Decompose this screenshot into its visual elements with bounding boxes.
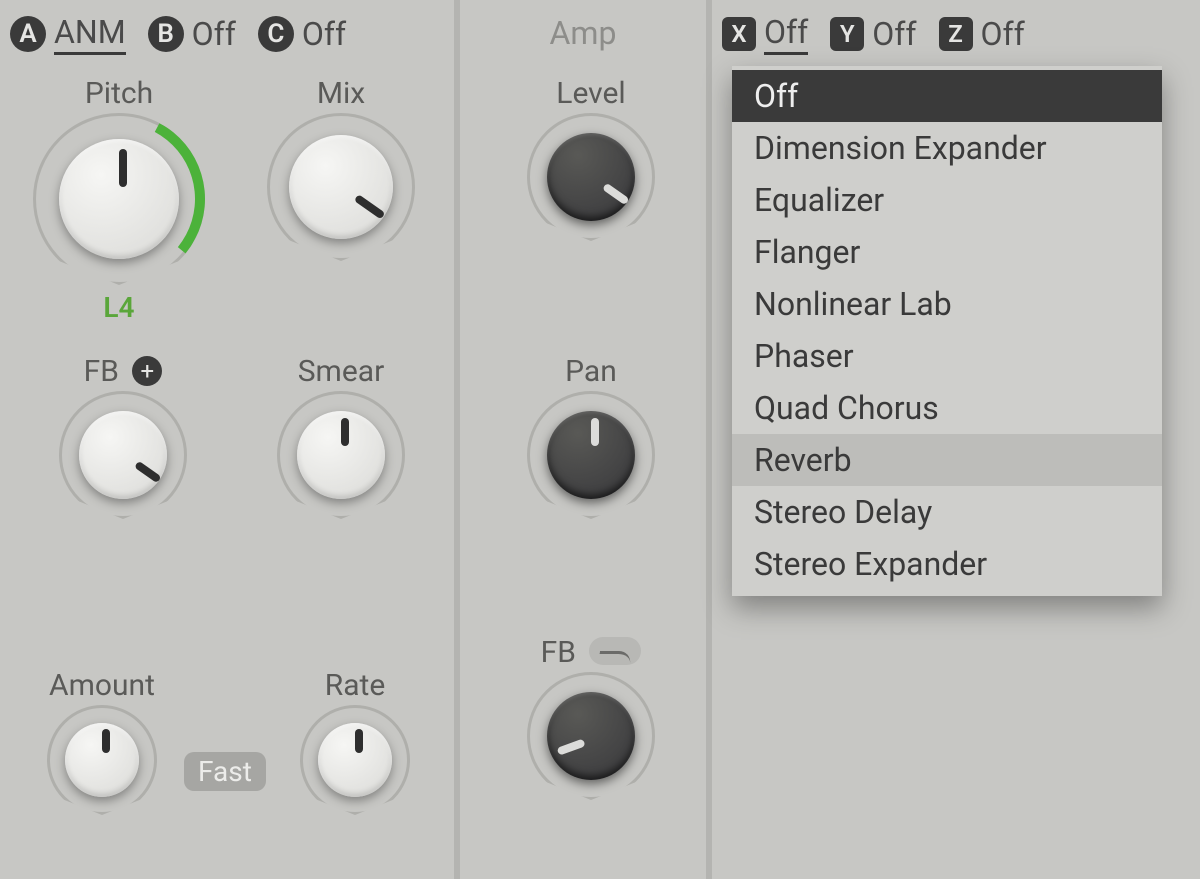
slot-label-x: Off (764, 13, 808, 55)
fx-menu-item[interactable]: Dimension Expander (732, 122, 1162, 174)
knob-smear[interactable]: Smear (266, 354, 416, 519)
knob-rate-label: Rate (290, 668, 420, 703)
fx-menu-item[interactable]: Flanger (732, 226, 1162, 278)
fx-menu-item[interactable]: Nonlinear Lab (732, 278, 1162, 330)
knob-smear-label: Smear (266, 354, 416, 389)
fb-polarity-icon[interactable]: + (132, 356, 162, 386)
fx-menu-item[interactable]: Off (732, 70, 1162, 122)
knob-pitch[interactable]: Pitch L4 (24, 76, 214, 324)
knob-amp-fb-label: FB (516, 634, 666, 670)
knob-amp-fb[interactable]: FB (516, 634, 666, 800)
slot-letter-z: Z (939, 17, 973, 51)
fx-slot-x[interactable]: X Off (722, 13, 808, 55)
fx-slot-a[interactable]: A ANM (10, 13, 126, 55)
slot-label-c: Off (302, 15, 346, 53)
knob-fb[interactable]: FB + (48, 354, 198, 519)
fx-menu-item[interactable]: Stereo Expander (732, 538, 1162, 590)
slot-label-b: Off (192, 15, 236, 53)
knob-level-label: Level (516, 76, 666, 111)
slot-letter-b: B (148, 16, 184, 52)
slot-letter-a: A (10, 16, 46, 52)
fx-slot-b[interactable]: B Off (148, 15, 236, 53)
fx-type-dropdown[interactable]: OffDimension ExpanderEqualizerFlangerNon… (732, 66, 1162, 596)
fx-menu-item[interactable]: Phaser (732, 330, 1162, 382)
slot-label-y: Off (872, 15, 916, 53)
slot-label-a: ANM (54, 13, 126, 55)
rate-mode-toggle[interactable]: Fast (184, 752, 266, 791)
fx-menu-item[interactable]: Quad Chorus (732, 382, 1162, 434)
fx-menu-item[interactable]: Equalizer (732, 174, 1162, 226)
fx-menu-item[interactable]: Reverb (732, 434, 1162, 486)
knob-level[interactable]: Level (516, 76, 666, 241)
knob-amount-label: Amount (32, 668, 172, 703)
knob-pan[interactable]: Pan (516, 354, 666, 519)
fb-curve-icon[interactable] (589, 637, 641, 665)
knob-pitch-mod-indicator[interactable]: L4 (103, 291, 134, 324)
amp-panel: Amp Level Pan FB (460, 0, 712, 879)
fx-module-panel-left: A ANM B Off C Off Pitch L4 Mix FB (0, 0, 460, 879)
knob-mix[interactable]: Mix (256, 76, 426, 261)
amp-title: Amp (460, 0, 706, 52)
slot-label-z: Off (981, 15, 1025, 53)
fx-slot-z[interactable]: Z Off (939, 15, 1025, 53)
fx-slot-row-xyz: X Off Y Off Z Off (712, 0, 1200, 56)
slot-letter-y: Y (830, 17, 864, 51)
fx-module-panel-right: X Off Y Off Z Off OffDimension ExpanderE… (712, 0, 1200, 879)
knob-rate[interactable]: Rate (290, 668, 420, 815)
knob-fb-label: FB + (48, 354, 198, 389)
knob-pitch-label: Pitch (24, 76, 214, 111)
fx-slot-y[interactable]: Y Off (830, 15, 916, 53)
knob-pan-label: Pan (516, 354, 666, 389)
fx-slot-row-abc: A ANM B Off C Off (0, 0, 454, 56)
knob-mix-label: Mix (256, 76, 426, 111)
slot-letter-c: C (258, 16, 294, 52)
knob-amount[interactable]: Amount (32, 668, 172, 815)
fx-slot-c[interactable]: C Off (258, 15, 346, 53)
fx-menu-item[interactable]: Stereo Delay (732, 486, 1162, 538)
slot-letter-x: X (722, 17, 756, 51)
